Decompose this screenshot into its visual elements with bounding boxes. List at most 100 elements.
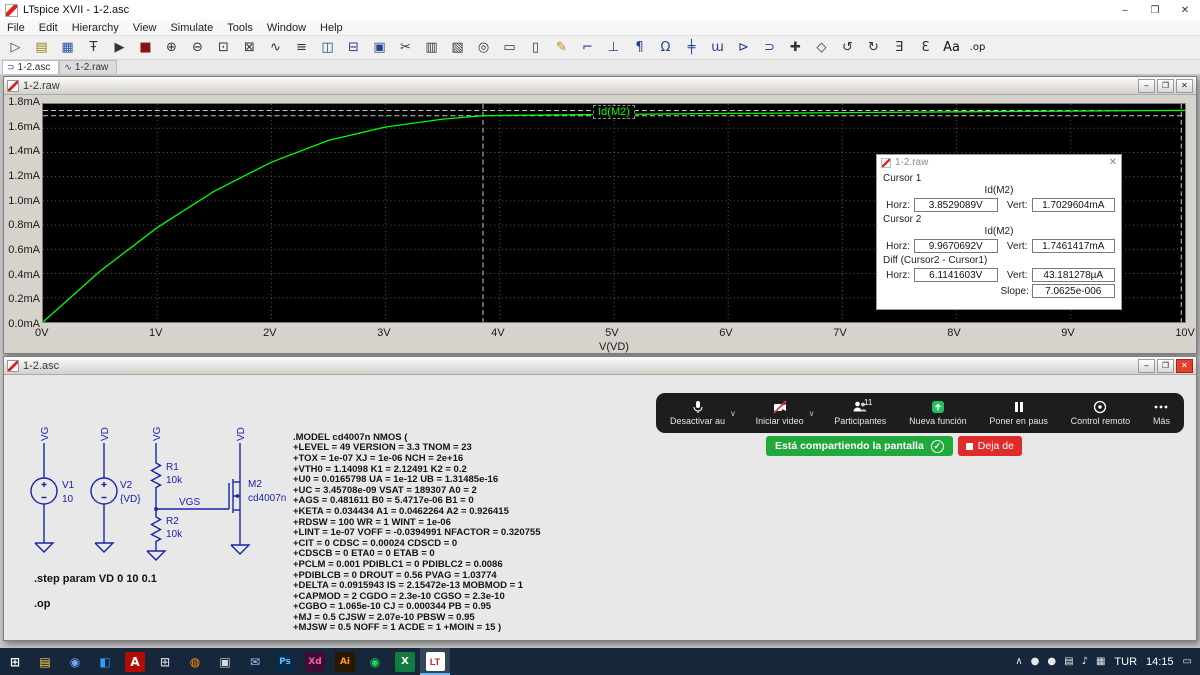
ground-symbol[interactable] bbox=[35, 543, 53, 552]
zoom-full-icon[interactable]: ⊠ bbox=[237, 37, 262, 58]
net-label-vd[interactable]: VD bbox=[100, 427, 111, 441]
minimize-button[interactable]: – bbox=[1138, 359, 1155, 373]
ground-symbol[interactable] bbox=[95, 543, 113, 552]
cursor2-vert-input[interactable] bbox=[1032, 239, 1116, 253]
v1-value[interactable]: 10 bbox=[62, 494, 74, 505]
xd-icon[interactable]: Xd bbox=[300, 648, 330, 675]
net-label-vg[interactable]: VG bbox=[40, 426, 51, 441]
diff-vert-input[interactable] bbox=[1032, 268, 1116, 282]
new-schematic-icon[interactable]: ▷ bbox=[3, 37, 28, 58]
app-titlebar[interactable]: LTspice XVII - 1-2.asc – ❐ ✕ bbox=[0, 0, 1200, 20]
cursor2-horz-input[interactable] bbox=[914, 239, 998, 253]
schematic-window-titlebar[interactable]: 1-2.asc – ❐ ✕ bbox=[4, 357, 1196, 375]
restore-button[interactable]: ❐ bbox=[1157, 79, 1174, 93]
autorange-icon[interactable]: ∿ bbox=[263, 37, 288, 58]
tab-waveform[interactable]: ∿ 1-2.raw bbox=[59, 60, 117, 74]
diff-horz-input[interactable] bbox=[914, 268, 998, 282]
file-explorer-icon[interactable]: ▤ bbox=[30, 648, 60, 675]
ltspice-taskbar-icon[interactable]: LT bbox=[420, 648, 450, 675]
drag-icon[interactable]: ◇ bbox=[809, 37, 834, 58]
volume-icon[interactable]: ♪ bbox=[1082, 656, 1088, 667]
r2-name[interactable]: R2 bbox=[166, 516, 179, 527]
tray-expand-icon[interactable]: ∧ bbox=[1015, 656, 1022, 667]
paste-icon[interactable]: ▧ bbox=[445, 37, 470, 58]
language-indicator[interactable]: TUR bbox=[1114, 656, 1137, 668]
apps-grid-icon[interactable]: ⊞ bbox=[150, 648, 180, 675]
control-panel-icon[interactable]: Ŧ bbox=[81, 37, 106, 58]
cursor1-horz-input[interactable] bbox=[914, 198, 998, 212]
find-icon[interactable]: ◎ bbox=[471, 37, 496, 58]
cursor1-vert-input[interactable] bbox=[1032, 198, 1116, 212]
open-icon[interactable]: ▤ bbox=[29, 37, 54, 58]
net-label-icon[interactable]: ¶ bbox=[627, 37, 652, 58]
maximize-button[interactable]: ❐ bbox=[1140, 0, 1170, 20]
more-button[interactable]: Más bbox=[1149, 400, 1174, 426]
text-icon[interactable]: Aa bbox=[939, 37, 964, 58]
cascade-icon[interactable]: ▣ bbox=[367, 37, 392, 58]
menu-item[interactable]: Simulate bbox=[163, 21, 220, 35]
nmos-m2[interactable] bbox=[229, 479, 240, 513]
restore-button[interactable]: ❐ bbox=[1157, 359, 1174, 373]
menu-item[interactable]: Tools bbox=[220, 21, 260, 35]
zoom-out-icon[interactable]: ⊖ bbox=[185, 37, 210, 58]
ground-symbol[interactable] bbox=[231, 545, 249, 554]
step-directive[interactable]: .step param VD 0 10 0.1 bbox=[34, 573, 157, 585]
participants-button[interactable]: 11 Participantes bbox=[830, 400, 890, 426]
start-video-button[interactable]: Iniciar video bbox=[752, 400, 808, 426]
v2-value[interactable]: {VD} bbox=[120, 494, 141, 505]
rotate-icon[interactable]: Ɛ bbox=[913, 37, 938, 58]
op-directive[interactable]: .op bbox=[34, 598, 51, 610]
menu-item[interactable]: File bbox=[0, 21, 32, 35]
cursor-dialog-titlebar[interactable]: 1-2.raw ✕ bbox=[877, 155, 1121, 170]
component-icon[interactable]: ⊃ bbox=[757, 37, 782, 58]
acrobat-icon[interactable]: A bbox=[120, 648, 150, 675]
redo-icon[interactable]: ↻ bbox=[861, 37, 886, 58]
inductor-icon[interactable]: ɯ bbox=[705, 37, 730, 58]
print-icon[interactable]: ▭ bbox=[497, 37, 522, 58]
photoshop-icon[interactable]: Ps bbox=[270, 648, 300, 675]
menu-item[interactable]: Hierarchy bbox=[65, 21, 126, 35]
excel-icon[interactable]: X bbox=[390, 648, 420, 675]
net-label-vg2[interactable]: VG bbox=[152, 426, 163, 441]
browser-icon[interactable]: ◍ bbox=[180, 648, 210, 675]
undo-icon[interactable]: ↺ bbox=[835, 37, 860, 58]
move-icon[interactable]: ✚ bbox=[783, 37, 808, 58]
copy-icon[interactable]: ▥ bbox=[419, 37, 444, 58]
menu-item[interactable]: Help bbox=[313, 21, 350, 35]
audio-options-chevron-icon[interactable]: ∨ bbox=[730, 409, 736, 418]
minimize-button[interactable]: – bbox=[1138, 79, 1155, 93]
illustrator-icon[interactable]: Ai bbox=[330, 648, 360, 675]
cursor-dialog[interactable]: 1-2.raw ✕ Cursor 1 Id(M2) Horz: Vert: Cu… bbox=[876, 154, 1122, 310]
clock[interactable]: 14:15 bbox=[1146, 656, 1174, 668]
mute-audio-button[interactable]: Desactivar au bbox=[666, 400, 729, 426]
netlist-icon[interactable]: ≡ bbox=[289, 37, 314, 58]
v1-name[interactable]: V1 bbox=[62, 480, 75, 491]
video-options-chevron-icon[interactable]: ∨ bbox=[809, 409, 815, 418]
onedrive-icon[interactable]: ● bbox=[1031, 656, 1040, 667]
new-feature-button[interactable]: Nueva función bbox=[905, 400, 971, 426]
chrome-icon[interactable]: ◉ bbox=[60, 648, 90, 675]
menu-item[interactable]: Window bbox=[260, 21, 313, 35]
m2-model[interactable]: cd4007n bbox=[248, 493, 286, 504]
tab-schematic[interactable]: ⊃ 1-2.asc bbox=[2, 60, 59, 74]
defender-icon[interactable]: ● bbox=[1047, 656, 1056, 667]
voltage-source-v2[interactable] bbox=[91, 478, 117, 504]
tile-vertical-icon[interactable]: ◫ bbox=[315, 37, 340, 58]
print-preview-icon[interactable]: ▯ bbox=[523, 37, 548, 58]
wire-icon[interactable]: ⌐ bbox=[575, 37, 600, 58]
resistor-r1[interactable] bbox=[152, 459, 161, 491]
net-label-vd2[interactable]: VD bbox=[236, 427, 247, 441]
v2-name[interactable]: V2 bbox=[120, 480, 133, 491]
resistor-r2[interactable] bbox=[152, 513, 161, 545]
r2-value[interactable]: 10k bbox=[166, 529, 183, 540]
display-icon[interactable]: ▤ bbox=[1064, 656, 1073, 667]
pencil-icon[interactable]: ✎ bbox=[549, 37, 574, 58]
resistor-icon[interactable]: Ω bbox=[653, 37, 678, 58]
ground-symbol[interactable] bbox=[147, 551, 165, 560]
remote-control-button[interactable]: Control remoto bbox=[1067, 400, 1135, 426]
notification-center-icon[interactable]: ▭ bbox=[1183, 656, 1192, 667]
slope-input[interactable] bbox=[1032, 284, 1116, 298]
stop-sharing-button[interactable]: Deja de bbox=[958, 436, 1022, 456]
sharing-shield-icon[interactable]: ✓ bbox=[931, 440, 944, 453]
start-button[interactable]: ⊞ bbox=[0, 648, 30, 675]
